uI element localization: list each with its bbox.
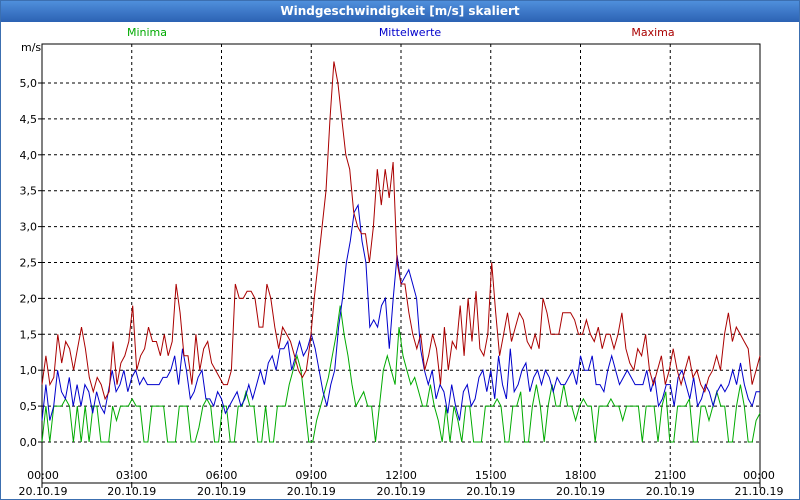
x-tick-time: 12:00 (385, 469, 417, 482)
window-title: Windgeschwindigkeit [m/s] skaliert (1, 1, 799, 22)
chart-window: Windgeschwindigkeit [m/s] skaliert 0,0 0,… (0, 0, 800, 500)
x-tick-time: 15:00 (475, 469, 507, 482)
y-tick-label: 5,0 (20, 77, 38, 90)
x-tick-date: 20.10.19 (287, 485, 336, 498)
legend: Minima Mittelwerte Maxima (127, 26, 675, 39)
y-tick-label: 2,5 (20, 257, 38, 270)
x-tick-date: 20.10.19 (377, 485, 426, 498)
x-tick-date: 20.10.19 (19, 485, 68, 498)
y-tick-label: 1,0 (20, 364, 38, 377)
y-tick-label: 2,0 (20, 292, 38, 305)
x-tick-date: 21.10.19 (735, 485, 784, 498)
y-tick-label: 4,0 (20, 149, 38, 162)
y-tick-label: 4,5 (20, 113, 38, 126)
x-tick-time: 06:00 (206, 469, 238, 482)
y-tick-label: 0,0 (20, 436, 38, 449)
y-tick-label: 1,5 (20, 328, 38, 341)
x-tick-date: 20.10.19 (466, 485, 515, 498)
y-tick-label: 3,0 (20, 221, 38, 234)
x-tick-time: 09:00 (295, 469, 327, 482)
y-tick-label: 0,5 (20, 400, 38, 413)
x-tick-date: 20.10.19 (556, 485, 605, 498)
x-tick-date: 20.10.19 (197, 485, 246, 498)
y-axis-label: m/s (21, 41, 41, 54)
x-tick-time: 00:00 (743, 469, 775, 482)
legend-maxima: Maxima (631, 26, 674, 39)
x-tick-time: 21:00 (654, 469, 686, 482)
legend-minima: Minima (127, 26, 167, 39)
x-tick-time: 00:00 (27, 469, 59, 482)
y-tick-label: 3,5 (20, 185, 38, 198)
wind-speed-chart: 0,0 0,5 1,0 1,5 2,0 2,5 3,0 3,5 4,0 4,5 5,0 00:00 2… (19, 26, 784, 498)
x-tick-time: 03:00 (116, 469, 148, 482)
x-tick-date: 20.10.19 (646, 485, 695, 498)
y-axis-ticks: 0,0 0,5 1,0 1,5 2,0 2,5 3,0 3,5 4,0 4,5 5,0 (20, 77, 42, 449)
legend-mittelwerte: Mittelwerte (379, 26, 442, 39)
x-tick-time: 18:00 (565, 469, 597, 482)
x-tick-date: 20.10.19 (107, 485, 156, 498)
